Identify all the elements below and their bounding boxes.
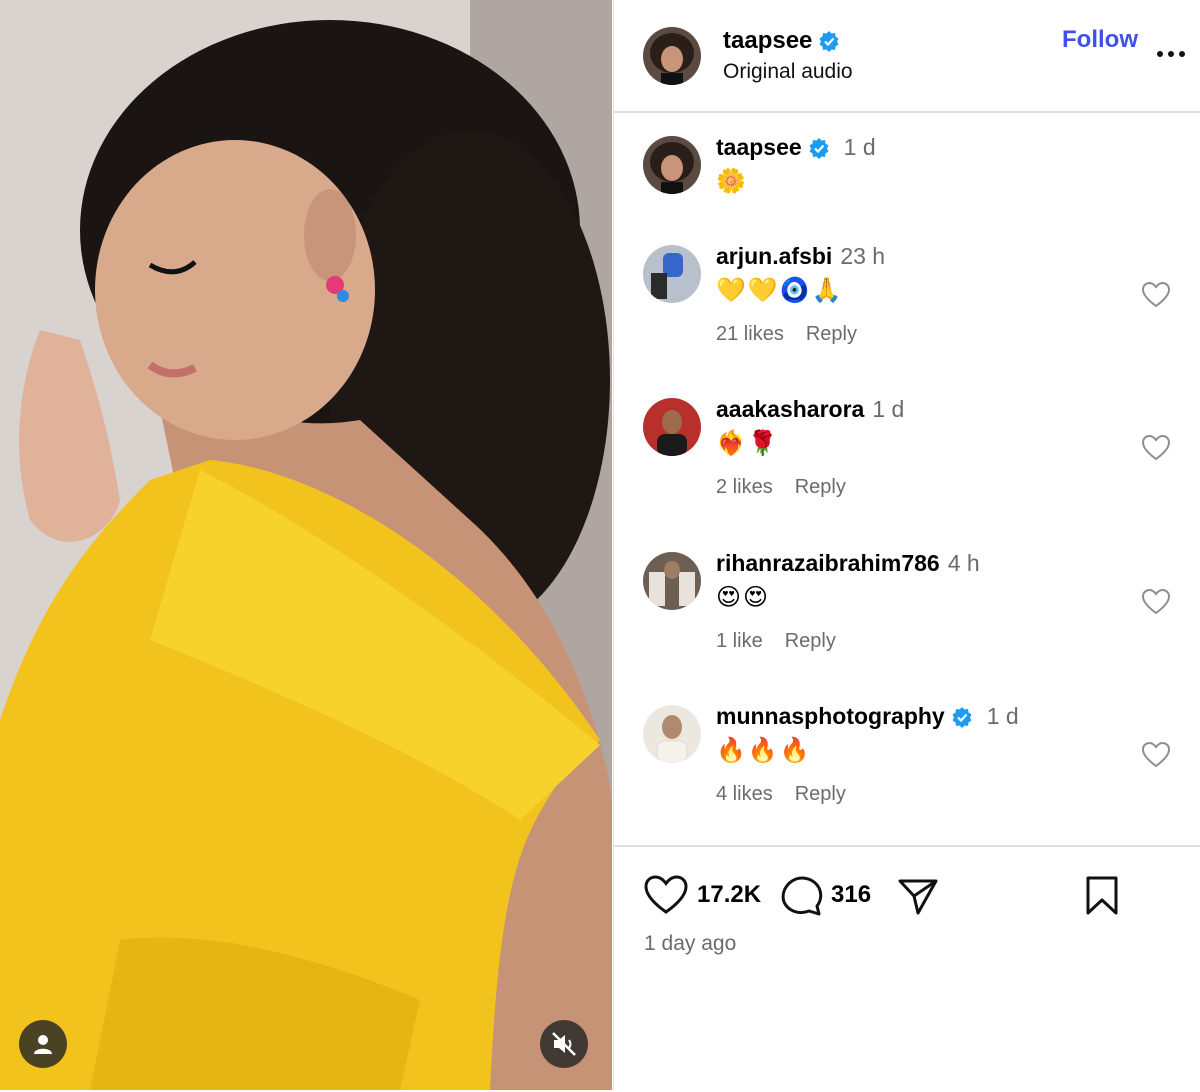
comment-bubble-icon: [781, 876, 823, 916]
post-sidebar: taapsee Original audio Follow taapsee 1 …: [613, 0, 1200, 1090]
caption-username[interactable]: taapsee: [716, 134, 802, 161]
verified-badge-icon: [809, 137, 829, 159]
comment-time: 1 d: [986, 703, 1019, 729]
comment-likes[interactable]: 1 like: [716, 630, 763, 653]
verified-badge-icon: [952, 706, 972, 728]
speaker-muted-icon: [552, 1032, 576, 1056]
caption-avatar[interactable]: [643, 136, 701, 194]
like-comment-heart-icon[interactable]: [1141, 588, 1171, 616]
comment-text: 💛💛🧿🙏: [716, 277, 844, 304]
user-tag-button[interactable]: [19, 1020, 67, 1068]
like-comment-heart-icon[interactable]: [1141, 281, 1171, 309]
verified-badge-icon: [819, 31, 839, 52]
share-action[interactable]: [897, 876, 939, 916]
reply-button[interactable]: Reply: [795, 783, 846, 806]
comment-text: 🔥🔥🔥: [716, 737, 812, 764]
reply-button[interactable]: Reply: [795, 476, 846, 499]
comment-meta: 4 likes Reply: [716, 783, 846, 806]
caption-text: 🌼: [716, 168, 748, 195]
comment-time: 23 h: [840, 243, 886, 269]
post-media[interactable]: [0, 0, 612, 1090]
commenter-avatar[interactable]: [643, 398, 701, 456]
comment-username[interactable]: rihanrazaibrahim786: [716, 550, 940, 577]
comment-meta: 2 likes Reply: [716, 476, 846, 499]
comment-item: aaakasharora 1 d ❤️‍🔥🌹 2 likes Reply: [614, 396, 1200, 516]
mute-button[interactable]: [540, 1020, 588, 1068]
like-comment-heart-icon[interactable]: [1141, 741, 1171, 769]
post-photo: [0, 0, 612, 1090]
comment-likes[interactable]: 21 likes: [716, 323, 784, 346]
commenter-avatar[interactable]: [643, 552, 701, 610]
reply-button[interactable]: Reply: [806, 323, 857, 346]
like-count: 17.2K: [697, 881, 762, 908]
author-username[interactable]: taapsee: [723, 27, 812, 55]
comment-likes[interactable]: 4 likes: [716, 783, 773, 806]
share-paper-plane-icon: [898, 879, 938, 915]
audio-label[interactable]: Original audio: [723, 60, 853, 84]
comment-count: 316: [831, 881, 872, 908]
comment-header: aaakasharora 1 d: [716, 396, 904, 423]
comment-likes[interactable]: 2 likes: [716, 476, 773, 499]
author-name-row: taapsee: [723, 27, 840, 55]
comment-item: arjun.afsbi 23 h 💛💛🧿🙏 21 likes Reply: [614, 243, 1200, 363]
comment-text: 😍😍: [716, 584, 771, 611]
reply-button[interactable]: Reply: [785, 630, 836, 653]
comment-time: 4 h: [947, 550, 980, 576]
commenter-avatar[interactable]: [643, 705, 701, 763]
comment-username[interactable]: aaakasharora: [716, 396, 864, 423]
comment-item: rihanrazaibrahim786 4 h 😍😍 1 like Reply: [614, 550, 1200, 670]
comment-text: ❤️‍🔥🌹: [716, 430, 780, 457]
comment-meta: 1 like Reply: [716, 630, 836, 653]
comment-username[interactable]: arjun.afsbi: [716, 243, 832, 270]
more-options-icon[interactable]: [1154, 40, 1188, 60]
comment-username[interactable]: munnasphotography: [716, 703, 945, 730]
heart-icon: [644, 875, 688, 914]
comment-meta: 21 likes Reply: [716, 323, 857, 346]
caption-header: taapsee 1 d: [716, 134, 876, 161]
caption-time: 1 d: [843, 134, 876, 160]
comment-time: 1 d: [872, 396, 905, 422]
like-comment-heart-icon[interactable]: [1141, 434, 1171, 462]
user-tag-icon: [34, 1035, 52, 1054]
author-avatar[interactable]: [643, 27, 701, 85]
comment-header: arjun.afsbi 23 h: [716, 243, 885, 270]
comment-header: munnasphotography 1 d: [716, 703, 1019, 730]
follow-button[interactable]: Follow: [1062, 26, 1138, 54]
post-date: 1 day ago: [644, 932, 737, 955]
like-action[interactable]: 17.2K: [643, 874, 761, 916]
save-action[interactable]: [1084, 875, 1120, 917]
post-header: taapsee Original audio Follow: [614, 0, 1200, 113]
comment-item: munnasphotography 1 d 🔥🔥🔥 4 likes Reply: [614, 703, 1200, 823]
comment-action[interactable]: 316: [779, 874, 871, 916]
commenter-avatar[interactable]: [643, 245, 701, 303]
bookmark-icon: [1086, 876, 1118, 915]
comment-header: rihanrazaibrahim786 4 h: [716, 550, 980, 577]
post-actions: 17.2K 316 1 day ago: [614, 845, 1200, 1092]
